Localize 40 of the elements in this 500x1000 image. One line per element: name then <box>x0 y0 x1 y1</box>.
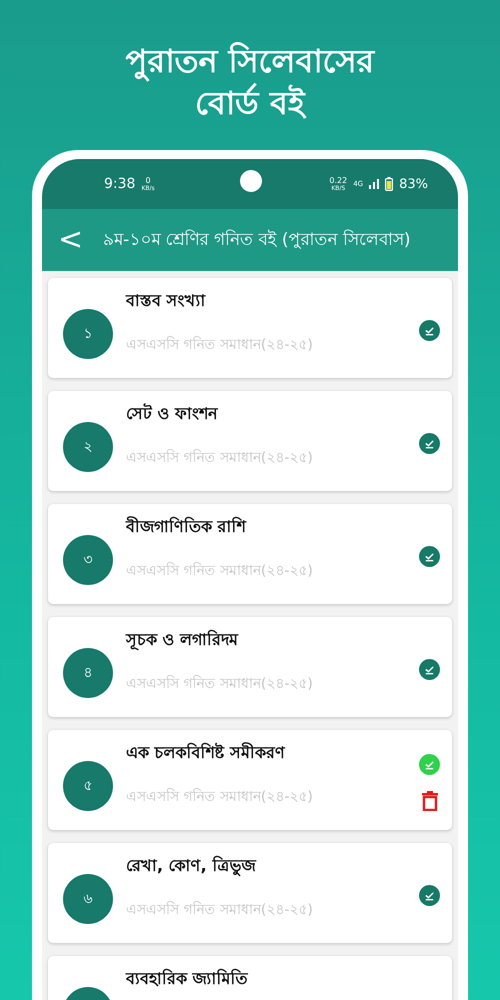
headline: বোর্ড বই <box>194 82 306 124</box>
chapter-subtitle: এসএসসি গনিত সমাধান(২৪-২৫) <box>126 674 314 694</box>
chapter-title: রেখা, কোণ, ত্রিভুজ <box>126 854 258 878</box>
download-status-icon[interactable] <box>419 432 440 454</box>
chapter-subtitle: এসএসসি গনিত সমাধান(২৪-২৫) <box>126 900 314 920</box>
chapter-number: ৩ <box>63 535 113 585</box>
chapter-card[interactable]: ৬ রেখা, কোণ, ত্রিভুজ এসএসসি গনিত সমাধান(২৪-২৫) <box>48 843 452 943</box>
chapter-title: বাস্তব সংখ্যা <box>126 290 207 312</box>
signal-icon <box>369 179 380 189</box>
headline: পুরাতন সিলেবাসের <box>125 41 375 82</box>
chapter-number: ৫ <box>63 761 113 811</box>
chapter-title: সেট ও ফাংশন <box>126 402 220 425</box>
chapter-card[interactable]: ২ সেট ও ফাংশন এসএসসি গনিত সমাধান(২৪-২৫) <box>48 391 452 491</box>
chapter-subtitle: এসএসসি গনিত সমাধান(২৪-২৫) <box>126 335 314 355</box>
battery-percent: 83% <box>399 176 428 192</box>
back-button[interactable]: < <box>54 223 88 257</box>
chapter-subtitle: এসএসসি গনিত সমাধান(২৪-২৫) <box>126 561 314 581</box>
chapter-number: ৬ <box>63 874 113 924</box>
chapter-card[interactable]: ৫ এক চলকবিশিষ্ট সমীকরণ এসএসসি গনিত সমাধান(২৪-২৫) <box>48 730 452 830</box>
battery-icon <box>385 177 394 191</box>
download-status-icon[interactable] <box>419 320 440 340</box>
chapter-number: ৪ <box>63 648 113 698</box>
chapter-title: এক চলকবিশিষ্ট সমীকরণ <box>126 741 286 764</box>
chapter-title: ব্যবহারিক জ্যামিতি <box>126 968 249 990</box>
chapter-card[interactable]: ১ বাস্তব সংখ্যা এসএসসি গনিত সমাধান(২৪-২৫) <box>48 278 452 378</box>
chapter-card[interactable]: ব্যবহারিক জ্যামিতি <box>48 956 452 1000</box>
download-status-icon[interactable] <box>419 546 440 566</box>
chapter-subtitle: এসএসসি গনিত সমাধান(২৪-২৫) <box>126 787 314 807</box>
chapter-number: ১ <box>63 309 113 359</box>
chapter-title: সূচক ও লগারিদম <box>126 628 240 652</box>
download-status-icon[interactable] <box>419 884 440 906</box>
chapter-title: বীজগাণিতিক রাশি <box>126 515 248 538</box>
chapter-subtitle: এসএসসি গনিত সমাধান(২৪-২৫) <box>126 448 314 468</box>
download-status-icon[interactable] <box>419 658 440 680</box>
chapter-card[interactable]: ৪ সূচক ও লগারিদম এসএসসি গনিত সমাধান(২৪-২৫) <box>48 617 452 717</box>
status-time: 9:38 <box>104 176 136 192</box>
screen-title: ৯ম-১০ম শ্রেণির গনিত বই (পুরাতন সিলেবাস) <box>103 228 411 252</box>
chapter-number: ২ <box>63 422 113 472</box>
chapter-card[interactable]: ৩ বীজগাণিতিক রাশি এসএসসি গনিত সমাধান(২৪-২৫) <box>48 504 452 604</box>
delete-icon[interactable] <box>422 790 438 810</box>
